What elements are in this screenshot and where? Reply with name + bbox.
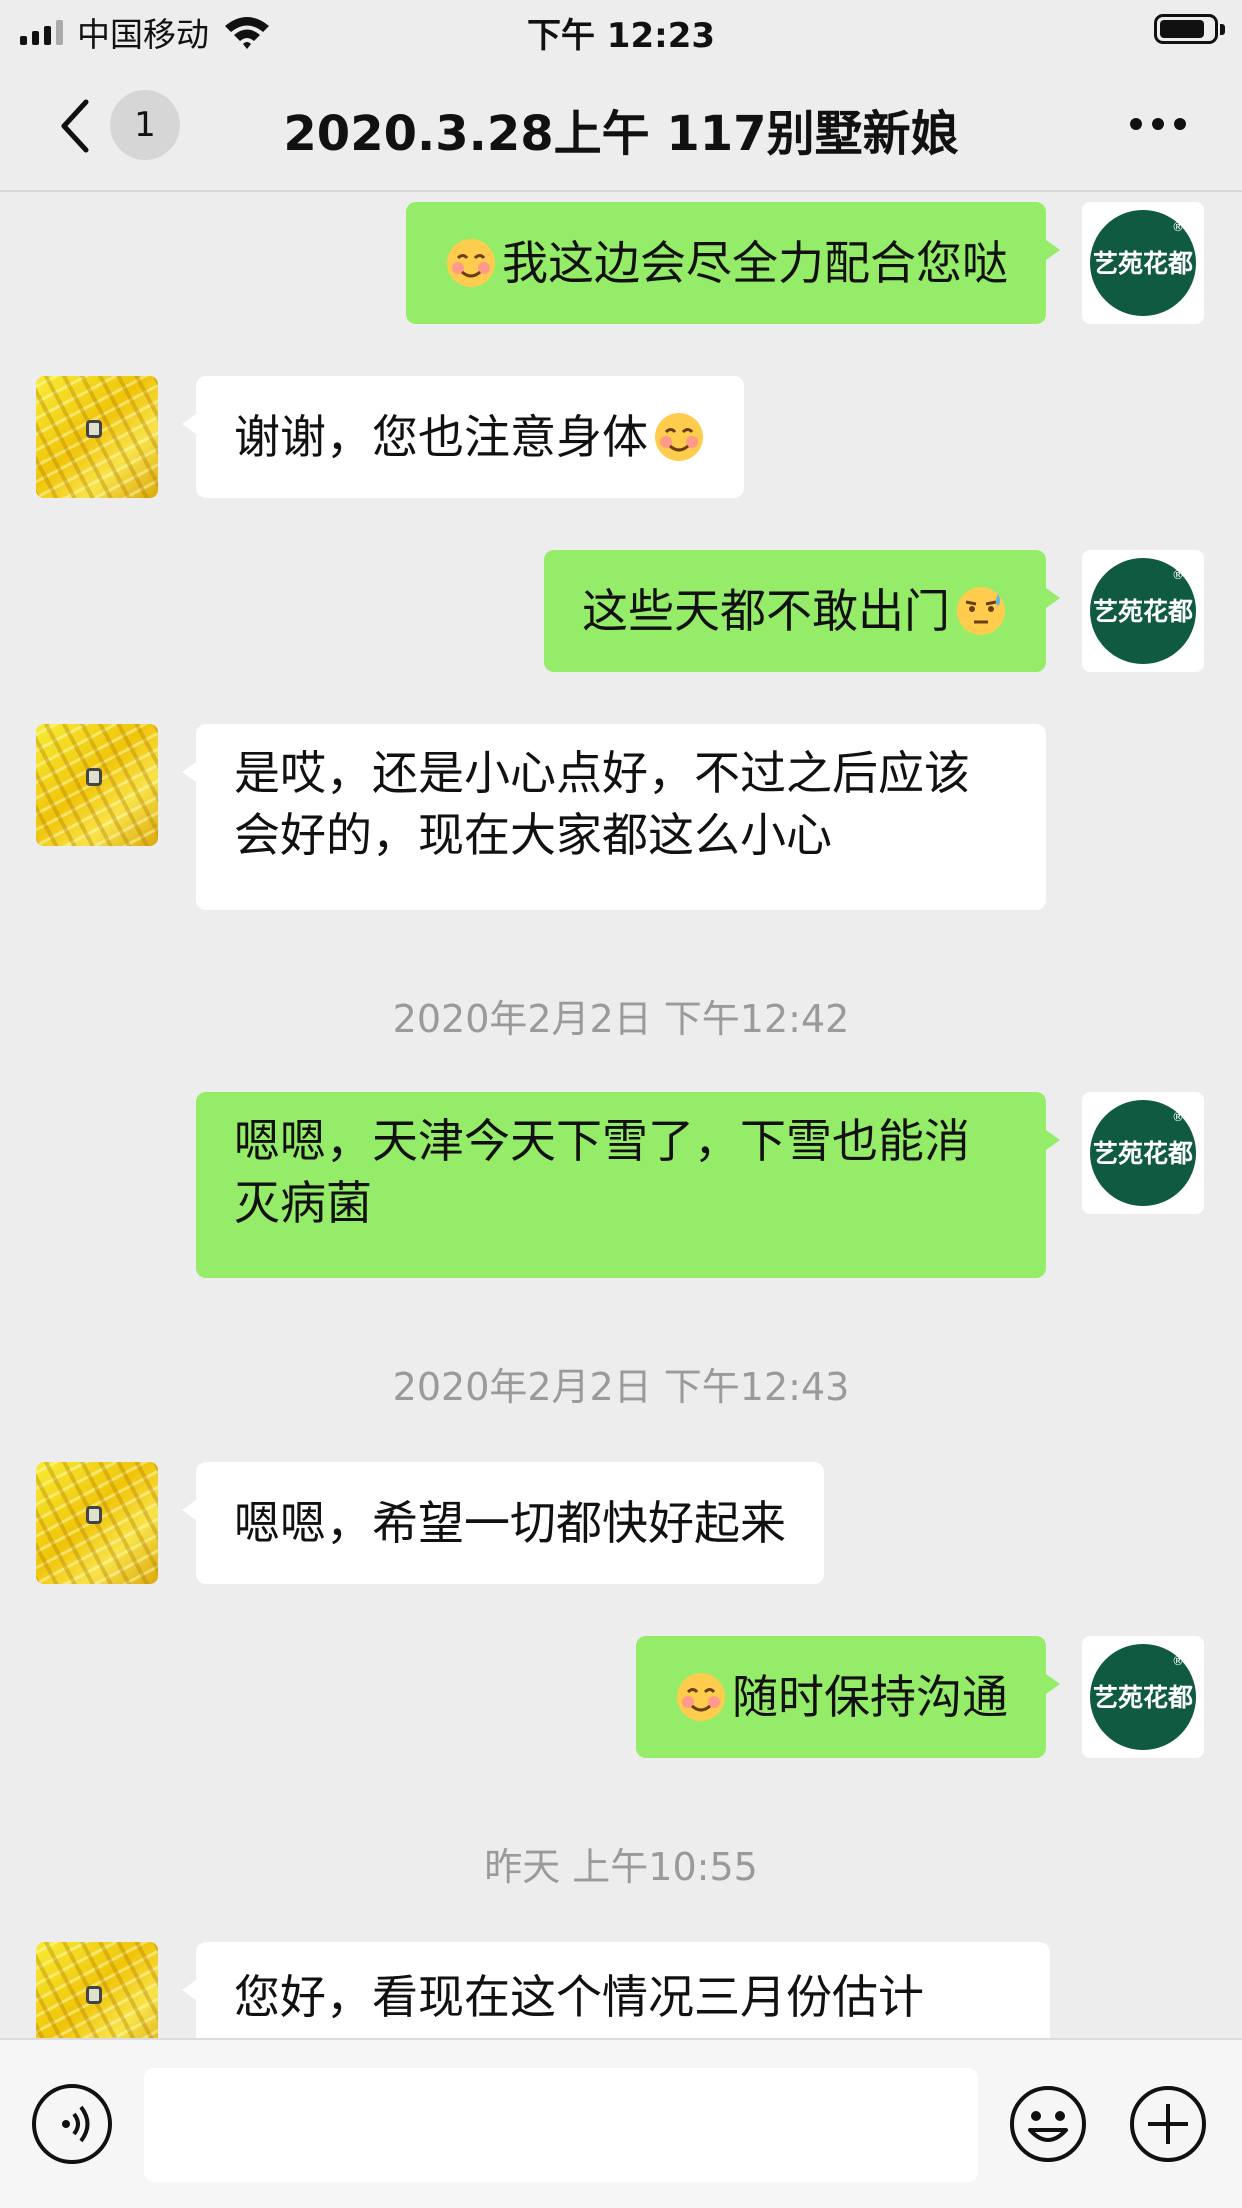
sweat-rolling-eyes-emoji bbox=[957, 587, 1005, 635]
smiling-blush-emoji bbox=[447, 239, 495, 287]
message-text: 我这边会尽全力配合您哒 bbox=[502, 236, 1008, 290]
battery-level bbox=[1160, 20, 1204, 38]
message-text: 您好，看现在这个情况三月份估计 bbox=[234, 1970, 924, 2024]
my-avatar[interactable]: 艺苑 花都 ® bbox=[1082, 1092, 1204, 1214]
more-dots-icon[interactable] bbox=[1130, 118, 1186, 130]
message-list[interactable]: 艺苑 花都 ® 我这边会尽全力配合您哒 谢谢，您也注意身体 艺苑 花都 ® 这些天都… bbox=[0, 192, 1242, 2038]
message-bubble[interactable]: 您好，看现在这个情况三月份估计 bbox=[182, 1942, 1050, 2038]
registered-mark: ® bbox=[1172, 1654, 1184, 1668]
registered-mark: ® bbox=[1172, 220, 1184, 234]
chevron-left-icon[interactable] bbox=[56, 96, 96, 156]
my-avatar[interactable]: 艺苑 花都 ® bbox=[1082, 202, 1204, 324]
voice-icon[interactable] bbox=[32, 2084, 112, 2164]
plus-circle-icon[interactable] bbox=[1128, 2084, 1208, 2164]
nav-bar: 1 2020.3.28上午 117别墅新娘 bbox=[0, 62, 1242, 192]
message-bubble[interactable]: 这些天都不敢出门 bbox=[544, 550, 1060, 672]
message-bubble[interactable]: 谢谢，您也注意身体 bbox=[182, 376, 744, 498]
unread-count-badge[interactable]: 1 bbox=[110, 90, 180, 160]
my-avatar[interactable]: 艺苑 花都 ® bbox=[1082, 1636, 1204, 1758]
message-text: 嗯嗯，天津今天下雪了，下雪也能消灭病菌 bbox=[234, 1114, 970, 1230]
registered-mark: ® bbox=[1172, 1110, 1184, 1124]
contact-avatar[interactable] bbox=[36, 1462, 158, 1584]
smiling-blush-emoji bbox=[677, 1673, 725, 1721]
message-input[interactable] bbox=[144, 2068, 978, 2182]
message-text: 是哎，还是小心点好，不过之后应该会好的，现在大家都这么小心 bbox=[234, 746, 970, 862]
emoji-face-icon[interactable] bbox=[1008, 2084, 1088, 2164]
message-bubble[interactable]: 嗯嗯，天津今天下雪了，下雪也能消灭病菌 bbox=[196, 1092, 1060, 1278]
battery-icon bbox=[1154, 14, 1225, 44]
message-text: 谢谢，您也注意身体 bbox=[234, 410, 648, 464]
chat-title: 2020.3.28上午 117别墅新娘 bbox=[283, 106, 959, 162]
smiling-blush-emoji bbox=[655, 413, 703, 461]
my-avatar[interactable]: 艺苑 花都 ® bbox=[1082, 550, 1204, 672]
message-bubble[interactable]: 是哎，还是小心点好，不过之后应该会好的，现在大家都这么小心 bbox=[182, 724, 1046, 910]
input-bar bbox=[0, 2038, 1242, 2208]
message-text: 嗯嗯，希望一切都快好起来 bbox=[234, 1496, 786, 1550]
message-timestamp: 2020年2月2日 下午12:42 bbox=[392, 997, 850, 1041]
status-time: 下午 12:23 bbox=[526, 16, 716, 56]
status-bar: 中国移动 下午 12:23 bbox=[0, 0, 1242, 62]
registered-mark: ® bbox=[1172, 568, 1184, 582]
message-bubble[interactable]: 嗯嗯，希望一切都快好起来 bbox=[182, 1462, 824, 1584]
message-timestamp: 2020年2月2日 下午12:43 bbox=[392, 1365, 850, 1409]
message-timestamp: 昨天 上午10:55 bbox=[484, 1845, 758, 1889]
contact-avatar[interactable] bbox=[36, 724, 158, 846]
message-bubble[interactable]: 我这边会尽全力配合您哒 bbox=[406, 202, 1060, 324]
message-text: 随时保持沟通 bbox=[732, 1670, 1008, 1724]
contact-avatar[interactable] bbox=[36, 1942, 158, 2038]
contact-avatar[interactable] bbox=[36, 376, 158, 498]
message-text: 这些天都不敢出门 bbox=[582, 584, 950, 638]
message-bubble[interactable]: 随时保持沟通 bbox=[636, 1636, 1060, 1758]
